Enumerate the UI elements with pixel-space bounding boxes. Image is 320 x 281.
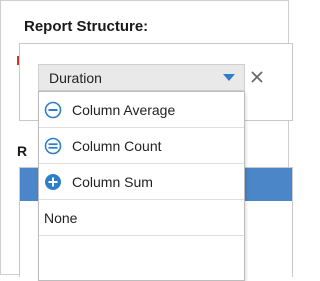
minus-circle-icon <box>44 101 62 118</box>
section-label: R <box>17 143 28 159</box>
plus-circle-icon <box>45 173 61 190</box>
menu-item-label: Column Sum <box>72 173 153 190</box>
menu-item-column-sum[interactable]: Column Sum <box>39 164 244 200</box>
menu-item-label: None <box>44 209 78 226</box>
equals-circle-icon <box>44 137 62 154</box>
close-icon <box>251 71 263 83</box>
report-builder-panel: Report Structure: R Duration Column Aver… <box>0 0 293 281</box>
menu-item-label: Column Count <box>72 137 162 154</box>
aggregate-select[interactable]: Duration <box>38 64 245 91</box>
aggregate-select-value: Duration <box>49 69 102 86</box>
clear-button[interactable] <box>247 67 267 87</box>
aggregate-dropdown-menu: Column Average Column Count Column Sum N… <box>38 91 245 281</box>
page-title: Report Structure: <box>24 18 149 35</box>
menu-item-label: Column Average <box>72 101 176 118</box>
required-marker <box>17 56 19 65</box>
menu-item-column-average[interactable]: Column Average <box>39 92 244 128</box>
menu-item-none[interactable]: None <box>39 200 244 236</box>
chevron-down-icon[interactable] <box>223 74 235 81</box>
menu-item-column-count[interactable]: Column Count <box>39 128 244 164</box>
